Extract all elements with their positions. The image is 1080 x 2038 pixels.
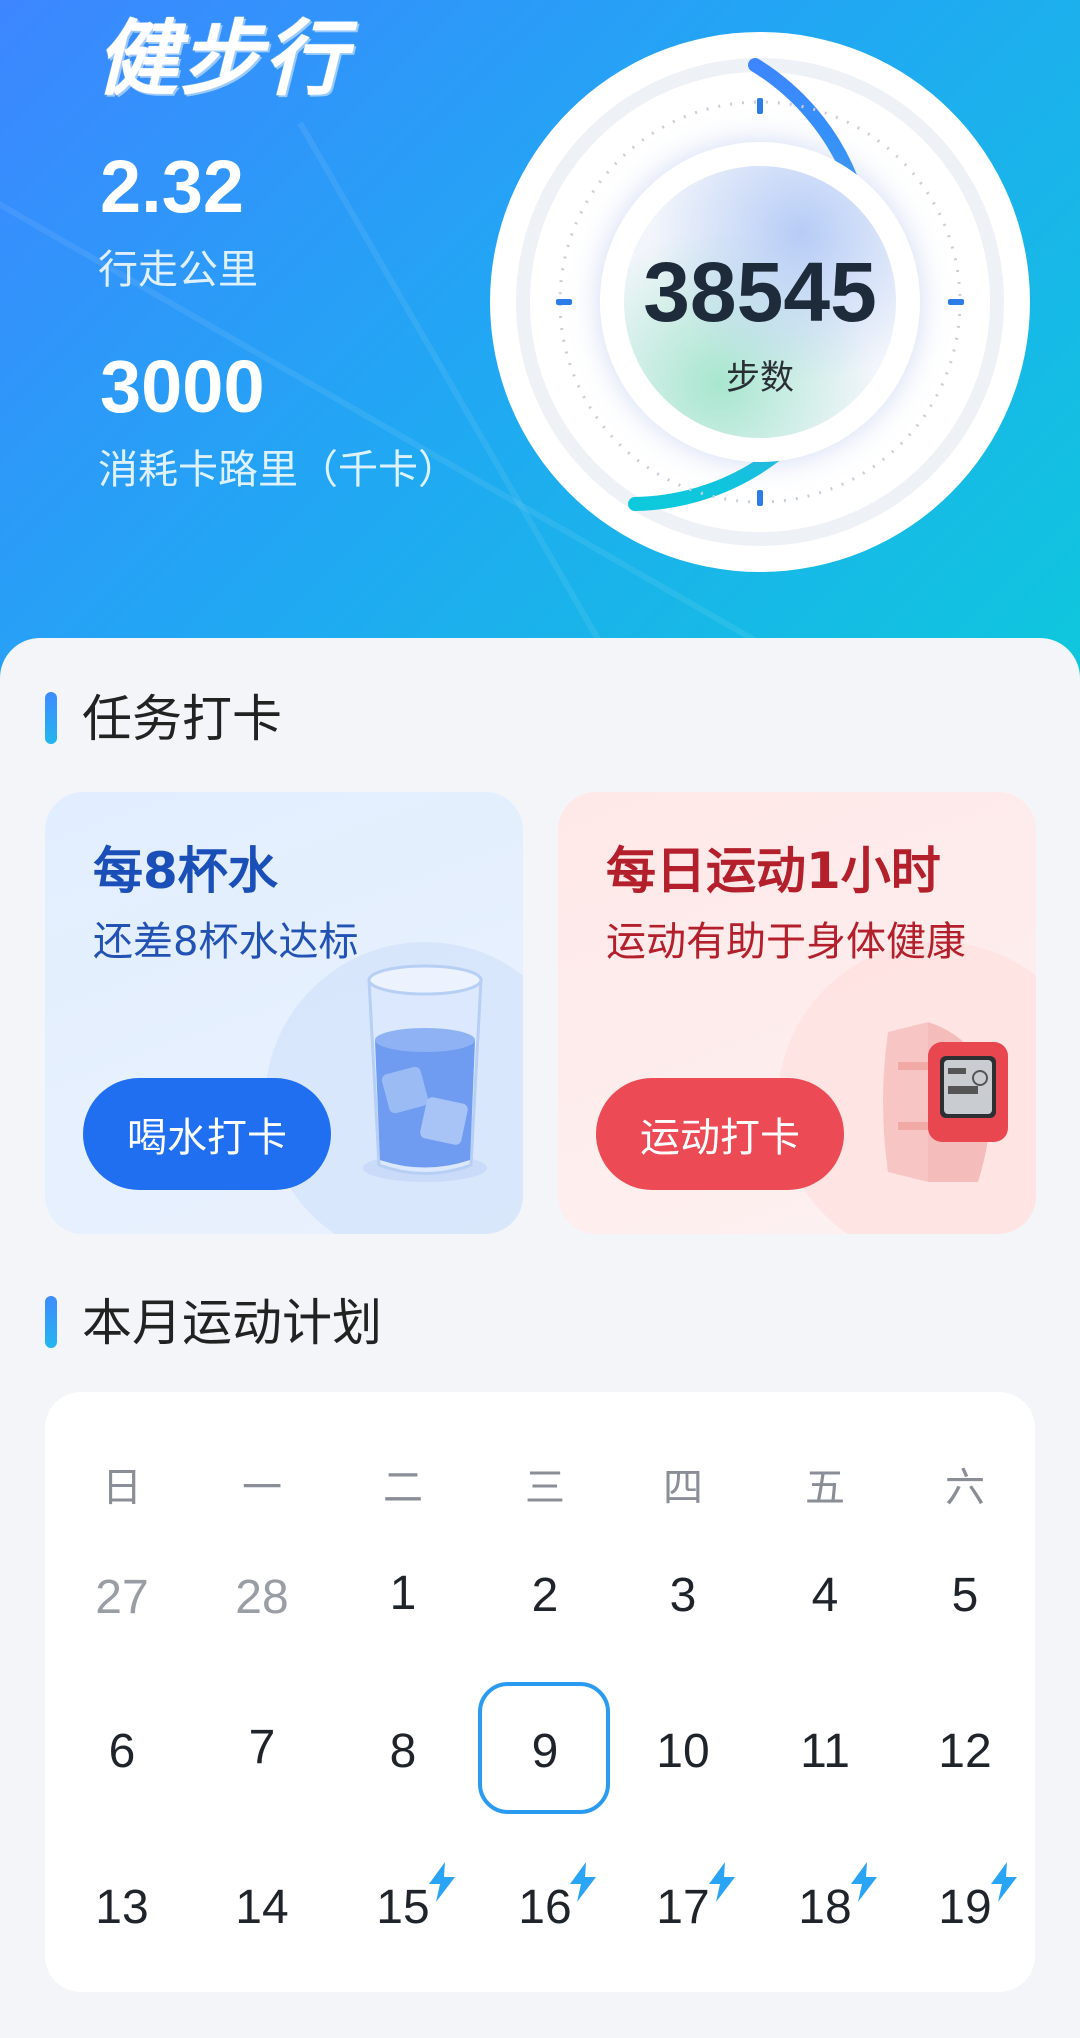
weekday-header: 三 (525, 1465, 565, 1511)
calendar-day[interactable]: 2 (475, 1572, 615, 1620)
calendar-day[interactable]: 7 (192, 1724, 332, 1772)
lightning-bolt-icon (851, 1862, 877, 1902)
section-accent-bar (45, 692, 57, 744)
water-task-subtitle: 还差8杯水达标 (93, 919, 359, 965)
calendar-day[interactable]: 13 (52, 1884, 192, 1932)
calendar-day-prev-month[interactable]: 27 (52, 1574, 192, 1622)
water-glass-icon (363, 964, 487, 1182)
calendar-day[interactable]: 11 (755, 1728, 895, 1776)
steps-progress-ring: 38545 步数 (490, 32, 1030, 572)
water-task-title: 每8杯水 (93, 842, 278, 900)
header-hero: 健步行 2.32 行走公里 3000 消耗卡路里（千卡） 38545 步数 (0, 0, 1080, 700)
lightning-bolt-icon (991, 1862, 1017, 1902)
lightning-bolt-icon (709, 1862, 735, 1902)
calendar-day[interactable]: 3 (613, 1572, 753, 1620)
calendar-day[interactable]: 4 (755, 1572, 895, 1620)
distance-value: 2.32 (100, 145, 245, 228)
water-task-card: 每8杯水 还差8杯水达标 喝水打卡 (45, 792, 523, 1234)
calendar-section-title: 本月运动计划 (82, 1294, 382, 1352)
sport-checkin-button[interactable]: 运动打卡 (596, 1078, 844, 1190)
sport-task-title: 每日运动1小时 (606, 842, 941, 900)
calendar-day-prev-month[interactable]: 28 (192, 1574, 332, 1622)
weekday-header: 四 (663, 1465, 703, 1511)
app-title: 健步行 (96, 14, 348, 105)
section-accent-bar (45, 1296, 57, 1348)
weekday-header: 一 (242, 1465, 282, 1511)
calendar-day[interactable]: 12 (895, 1728, 1035, 1776)
water-checkin-button[interactable]: 喝水打卡 (83, 1078, 331, 1190)
weekday-header: 二 (383, 1465, 423, 1511)
lightning-bolt-icon (570, 1862, 596, 1902)
calendar-day[interactable]: 8 (333, 1728, 473, 1776)
calendar-day[interactable]: 5 (895, 1572, 1035, 1620)
smartwatch-icon (883, 1022, 1008, 1182)
lightning-bolt-icon (429, 1862, 455, 1902)
sport-task-subtitle: 运动有助于身体健康 (606, 919, 966, 965)
monthly-calendar: 日 一 二 三 四 五 六 27 28 1 2 3 4 5 6 7 8 9 10… (45, 1392, 1035, 1992)
calendar-day[interactable]: 1 (333, 1570, 473, 1618)
steps-label: 步数 (726, 358, 794, 398)
sport-task-card: 每日运动1小时 运动有助于身体健康 运动打卡 (558, 792, 1036, 1234)
weekday-header: 五 (805, 1465, 845, 1511)
tasks-section-title: 任务打卡 (82, 690, 282, 748)
calendar-day[interactable]: 10 (613, 1728, 753, 1776)
calendar-day[interactable]: 14 (192, 1884, 332, 1932)
distance-label: 行走公里 (98, 247, 258, 293)
weekday-header: 日 (102, 1465, 142, 1511)
calendar-day-selected[interactable]: 9 (475, 1728, 615, 1776)
calories-value: 3000 (100, 345, 265, 428)
weekday-header: 六 (945, 1465, 985, 1511)
calendar-day[interactable]: 6 (52, 1728, 192, 1776)
calories-label: 消耗卡路里（千卡） (98, 447, 458, 493)
steps-value: 38545 (643, 245, 877, 339)
